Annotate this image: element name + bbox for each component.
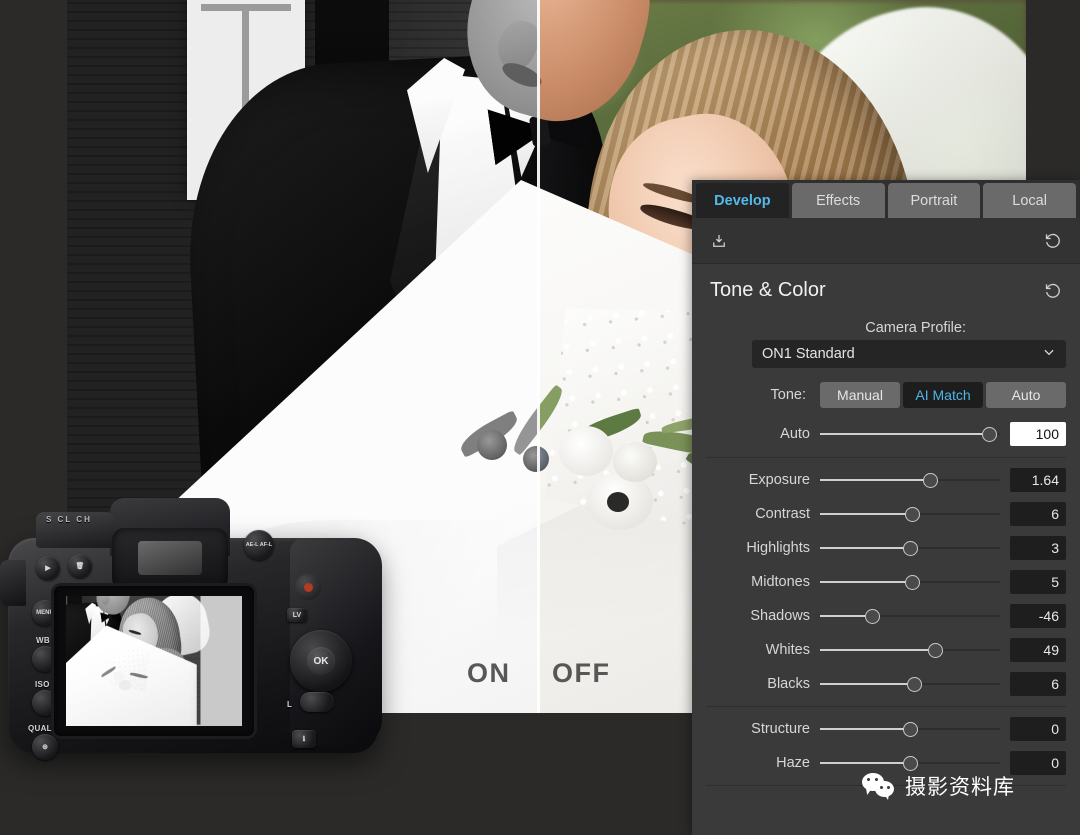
camera-qual-label: QUAL (28, 724, 52, 733)
camera-profile-select-wrap: ON1 Standard (692, 340, 1080, 378)
slider-value-contrast[interactable]: 6 (1010, 502, 1066, 526)
camera-profile-label: Camera Profile: (692, 316, 1066, 340)
slider-track-blacks[interactable] (820, 675, 1000, 693)
slider-track-whites[interactable] (820, 641, 1000, 659)
tab-local[interactable]: Local (983, 183, 1076, 218)
camera-record-button[interactable] (295, 574, 321, 600)
camera-liveview-button[interactable]: LV (287, 608, 307, 622)
slider-label-structure: Structure (692, 721, 820, 737)
camera-menu-label: MENU (36, 610, 54, 616)
slider-value-exposure[interactable]: 1.64 (1010, 468, 1066, 492)
section-reset-icon[interactable] (1040, 277, 1066, 303)
section-header-tone-color: Tone & Color (692, 264, 1080, 316)
slider-label-shadows: Shadows (692, 608, 820, 624)
slider-label-haze: Haze (692, 755, 820, 771)
slider-value-haze[interactable]: 0 (1010, 751, 1066, 775)
camera-strap-lug (0, 560, 26, 606)
slider-value-auto[interactable]: 100 (1010, 422, 1066, 446)
slider-track-auto[interactable] (820, 425, 1000, 443)
slider-track-exposure[interactable] (820, 471, 1000, 489)
slider-structure: Structure 0 (692, 712, 1080, 746)
camera-ael-afl-button[interactable]: AE-L AF-L (244, 530, 274, 560)
download-icon[interactable] (706, 228, 732, 254)
app-root: ON OFF S CL CH ▶ 🗑 MENU WB ISO QUAL ⊕ AE… (0, 0, 1080, 835)
camera-viewfinder (112, 528, 228, 590)
bouquet (447, 420, 537, 650)
reset-icon[interactable] (1040, 228, 1066, 254)
tone-mode-row: Tone: Manual AI Match Auto (692, 378, 1080, 416)
camera-wb-label: WB (36, 636, 50, 645)
slider-label-blacks: Blacks (692, 676, 820, 692)
slider-value-highlights[interactable]: 3 (1010, 536, 1066, 560)
slider-value-blacks[interactable]: 6 (1010, 672, 1066, 696)
panel-tabs: Develop Effects Portrait Local (692, 180, 1080, 218)
slider-value-whites[interactable]: 49 (1010, 638, 1066, 662)
camera-lock-lever[interactable] (300, 692, 334, 712)
camera-qual-button[interactable]: ⊕ (32, 734, 58, 760)
slider-track-shadows[interactable] (820, 607, 1000, 625)
slider-midtones: Midtones 5 (692, 565, 1080, 599)
slider-value-shadows[interactable]: -46 (1010, 604, 1066, 628)
tone-mode-segmented: Manual AI Match Auto (820, 382, 1066, 408)
slider-track-highlights[interactable] (820, 539, 1000, 557)
slider-track-structure[interactable] (820, 720, 1000, 738)
lcd-preview-scene (66, 596, 200, 725)
slider-label-highlights: Highlights (692, 540, 820, 556)
camera-lcd-screen (54, 586, 254, 736)
slider-whites: Whites 49 (692, 633, 1080, 667)
slider-shadows: Shadows -46 (692, 599, 1080, 633)
before-after-divider[interactable] (537, 0, 540, 713)
camera-lcd-preview (66, 596, 242, 726)
watermark-text: 摄影资料库 (905, 771, 1015, 801)
viewfinder-glass (138, 541, 202, 575)
tone-option-auto[interactable]: Auto (986, 382, 1066, 408)
camera-illustration: S CL CH ▶ 🗑 MENU WB ISO QUAL ⊕ AE-L AF-L… (0, 478, 395, 778)
camera-delete-button[interactable]: 🗑 (68, 554, 92, 578)
camera-ok-label: OK (307, 647, 335, 675)
bouquet (93, 670, 154, 713)
slider-contrast: Contrast 6 (692, 497, 1080, 531)
camera-profile-select[interactable]: ON1 Standard (752, 340, 1066, 368)
tone-option-ai-match[interactable]: AI Match (903, 382, 983, 408)
chevron-down-icon (1042, 345, 1056, 363)
camera-iso-label: ISO (35, 680, 50, 689)
slider-value-midtones[interactable]: 5 (1010, 570, 1066, 594)
tab-portrait[interactable]: Portrait (888, 183, 981, 218)
slider-track-haze[interactable] (820, 754, 1000, 772)
camera-multiselector[interactable]: OK (290, 630, 352, 692)
slider-label-exposure: Exposure (692, 472, 820, 488)
camera-mode-dial[interactable]: S CL CH (36, 512, 114, 548)
slider-exposure: Exposure 1.64 (692, 463, 1080, 497)
slider-label-contrast: Contrast (692, 506, 820, 522)
camera-profile-value: ON1 Standard (762, 346, 855, 362)
panel-toolbar (692, 218, 1080, 264)
wechat-icon (862, 773, 896, 799)
tone-option-manual[interactable]: Manual (820, 382, 900, 408)
slider-track-midtones[interactable] (820, 573, 1000, 591)
slider-track-contrast[interactable] (820, 505, 1000, 523)
tone-label: Tone: (692, 387, 820, 403)
camera-profile-label-row: Camera Profile: (692, 316, 1080, 340)
divider-1 (706, 457, 1066, 458)
slider-label-whites: Whites (692, 642, 820, 658)
camera-lock-label: L (287, 700, 292, 709)
camera-info-button[interactable]: ℹ (292, 730, 316, 748)
slider-label-midtones: Midtones (692, 574, 820, 590)
slider-value-structure[interactable]: 0 (1010, 717, 1066, 741)
section-title: Tone & Color (710, 279, 826, 302)
wechat-watermark: 摄影资料库 (862, 771, 1015, 801)
slider-label-auto: Auto (692, 426, 820, 442)
slider-highlights: Highlights 3 (692, 531, 1080, 565)
camera-playback-button[interactable]: ▶ (36, 556, 60, 580)
slider-auto: Auto 100 (692, 416, 1080, 452)
divider-2 (706, 706, 1066, 707)
develop-panel: Develop Effects Portrait Local Tone & Co… (692, 180, 1080, 835)
slider-blacks: Blacks 6 (692, 667, 1080, 701)
tab-effects[interactable]: Effects (792, 183, 885, 218)
tab-develop[interactable]: Develop (696, 183, 789, 218)
camera-ael-afl-label: AE-L AF-L (246, 542, 273, 548)
